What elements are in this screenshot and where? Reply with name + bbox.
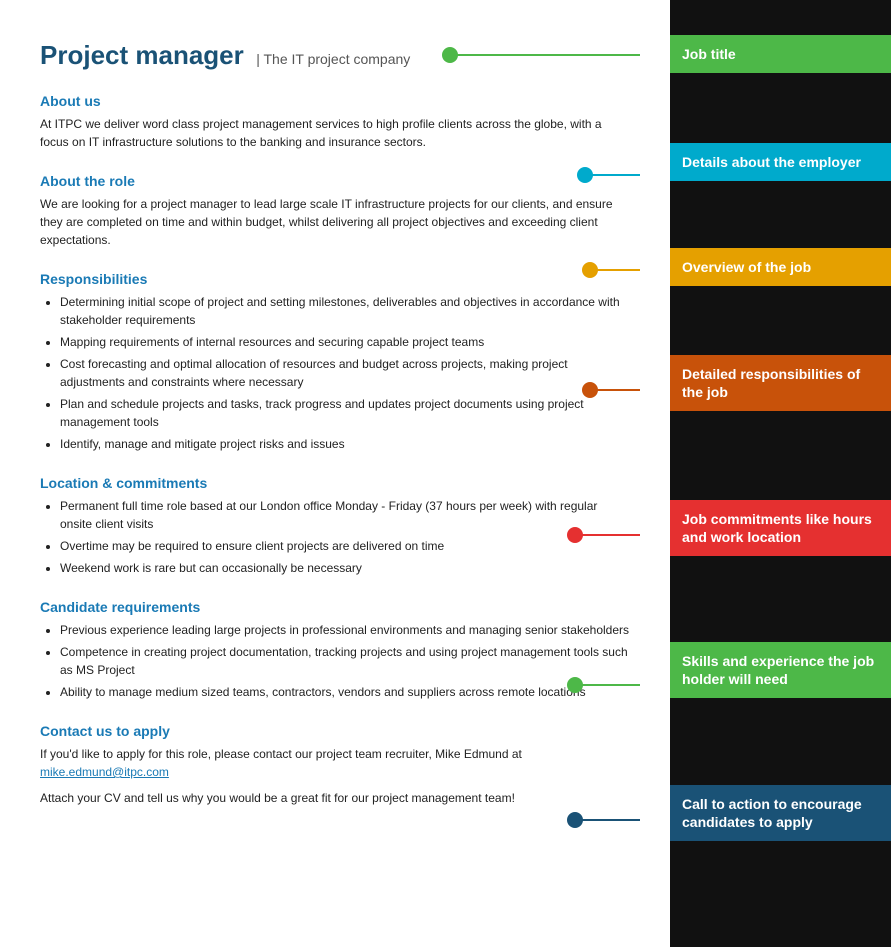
list-item: Cost forecasting and optimal allocation …: [60, 355, 630, 391]
annotation-commitments: Job commitments like hours and work loca…: [670, 500, 891, 556]
list-item: Competence in creating project documenta…: [60, 643, 630, 679]
contact-body2: Attach your CV and tell us why you would…: [40, 789, 630, 807]
location-list: Permanent full time role based at our Lo…: [40, 497, 630, 577]
candidate-section: Candidate requirements Previous experien…: [40, 599, 630, 701]
job-title: Project manager: [40, 40, 244, 70]
annotation-employer: Details about the employer: [670, 143, 891, 181]
annotation-skills: Skills and experience the job holder wil…: [670, 642, 891, 698]
about-us-section: About us At ITPC we deliver word class p…: [40, 93, 630, 151]
annotation-cta: Call to action to encourage candidates t…: [670, 785, 891, 841]
location-heading: Location & commitments: [40, 475, 630, 491]
contact-body1: If you'd like to apply for this role, pl…: [40, 745, 630, 781]
list-item: Ability to manage medium sized teams, co…: [60, 683, 630, 701]
about-us-body: At ITPC we deliver word class project ma…: [40, 115, 630, 151]
list-item: Mapping requirements of internal resourc…: [60, 333, 630, 351]
contact-heading: Contact us to apply: [40, 723, 630, 739]
responsibilities-list: Determining initial scope of project and…: [40, 293, 630, 453]
list-item: Previous experience leading large projec…: [60, 621, 630, 639]
contact-section: Contact us to apply If you'd like to app…: [40, 723, 630, 807]
annotation-job-title: Job title: [670, 35, 891, 73]
list-item: Identify, manage and mitigate project ri…: [60, 435, 630, 453]
about-role-section: About the role We are looking for a proj…: [40, 173, 630, 249]
annotation-responsibilities: Detailed responsibilities of the job: [670, 355, 891, 411]
candidate-list: Previous experience leading large projec…: [40, 621, 630, 701]
annotation-overview: Overview of the job: [670, 248, 891, 286]
list-item: Determining initial scope of project and…: [60, 293, 630, 329]
responsibilities-heading: Responsibilities: [40, 271, 630, 287]
about-role-heading: About the role: [40, 173, 630, 189]
job-title-section: Project manager | The IT project company: [40, 40, 630, 71]
content-panel: Project manager | The IT project company…: [0, 0, 670, 947]
list-item: Weekend work is rare but can occasionall…: [60, 559, 630, 577]
contact-email[interactable]: mike.edmund@itpc.com: [40, 765, 169, 779]
about-role-body: We are looking for a project manager to …: [40, 195, 630, 249]
annotation-panel: Job title Details about the employer Ove…: [670, 0, 891, 947]
company-name: | The IT project company: [256, 51, 410, 67]
about-us-heading: About us: [40, 93, 630, 109]
list-item: Permanent full time role based at our Lo…: [60, 497, 630, 533]
responsibilities-section: Responsibilities Determining initial sco…: [40, 271, 630, 453]
list-item: Overtime may be required to ensure clien…: [60, 537, 630, 555]
candidate-heading: Candidate requirements: [40, 599, 630, 615]
location-section: Location & commitments Permanent full ti…: [40, 475, 630, 577]
list-item: Plan and schedule projects and tasks, tr…: [60, 395, 630, 431]
